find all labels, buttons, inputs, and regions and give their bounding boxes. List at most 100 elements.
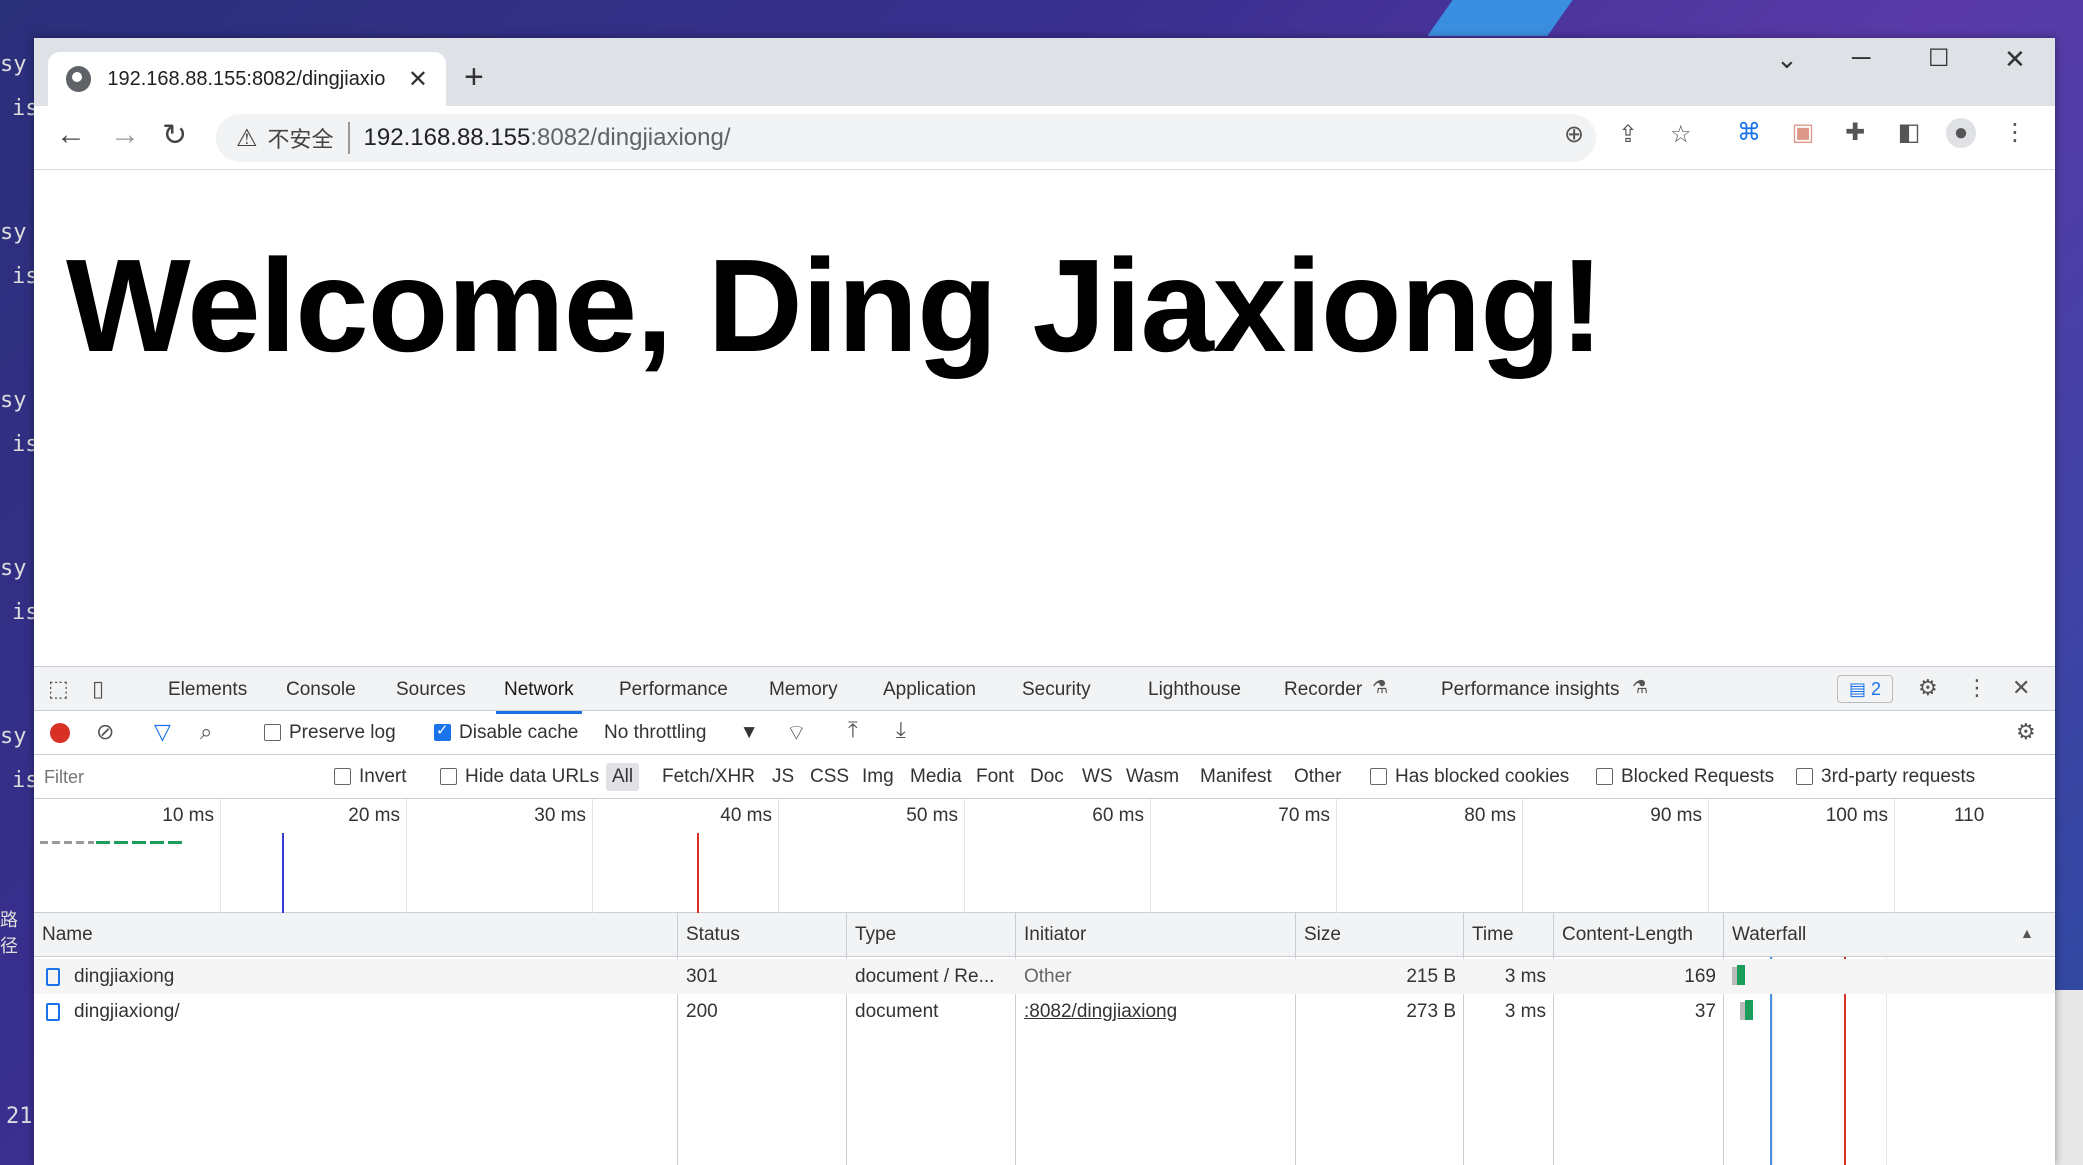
type-filter-manifest[interactable]: Manifest xyxy=(1194,763,1278,791)
blocked-requests-checkbox[interactable]: Blocked Requests xyxy=(1596,766,1774,788)
preserve-log-checkbox[interactable]: Preserve log xyxy=(264,722,396,744)
type-filter-ws[interactable]: WS xyxy=(1076,763,1119,791)
zoom-icon[interactable]: ⊕ xyxy=(1564,120,1584,149)
network-settings-gear-icon[interactable]: ⚙ xyxy=(2016,719,2036,745)
column-type[interactable]: Type xyxy=(847,913,1016,957)
filter-icon[interactable]: ▽ xyxy=(154,719,171,745)
security-label[interactable]: 不安全 xyxy=(268,122,350,154)
tick-label: 40 ms xyxy=(720,805,772,826)
column-waterfall[interactable]: Waterfall xyxy=(1724,913,2024,957)
filter-input[interactable] xyxy=(38,763,316,791)
disable-cache-checkbox[interactable]: Disable cache xyxy=(434,721,578,744)
request-time: 3 ms xyxy=(1504,1001,1546,1022)
tab-performance-insights[interactable]: Performance insights xyxy=(1441,679,1619,701)
tab-security[interactable]: Security xyxy=(1022,679,1091,701)
translate-extension-icon[interactable]: ⌘ xyxy=(1734,118,1764,148)
network-overview-timeline[interactable]: 10 ms 20 ms 30 ms 40 ms 50 ms 60 ms 70 m… xyxy=(34,799,2055,913)
third-party-requests-checkbox[interactable]: 3rd-party requests xyxy=(1796,766,1975,788)
has-blocked-cookies-checkbox[interactable]: Has blocked cookies xyxy=(1370,766,1569,788)
request-content-length: 37 xyxy=(1694,1001,1716,1022)
timeline-tick xyxy=(1894,799,1895,913)
maximize-icon[interactable]: ☐ xyxy=(1928,44,1950,73)
forward-icon[interactable]: → xyxy=(110,118,140,152)
address-bar[interactable]: ⚠ 不安全 192.168.88.155:8082/dingjiaxiong/ xyxy=(216,114,1596,162)
tab-sources[interactable]: Sources xyxy=(396,679,466,701)
column-size[interactable]: Size xyxy=(1296,913,1464,957)
side-panel-icon[interactable]: ◧ xyxy=(1894,118,1924,148)
type-filter-img[interactable]: Img xyxy=(856,763,900,791)
type-filter-css[interactable]: CSS xyxy=(804,763,855,791)
back-icon[interactable]: ← xyxy=(56,118,86,152)
tab-memory[interactable]: Memory xyxy=(769,679,838,701)
close-window-icon[interactable]: ✕ xyxy=(2004,44,2026,75)
dropdown-icon: ▼ xyxy=(739,722,759,743)
table-row[interactable]: dingjiaxiong/ 200 document :8082/dingjia… xyxy=(34,994,2055,1029)
timeline-tick xyxy=(1150,799,1151,913)
tick-label: 110 xyxy=(1954,805,1985,826)
tab-search-icon[interactable]: ⌄ xyxy=(1776,44,1798,75)
column-content-length[interactable]: Content-Length xyxy=(1554,913,1724,957)
device-toolbar-icon[interactable]: ▯ xyxy=(92,676,104,702)
tick-label: 90 ms xyxy=(1650,805,1702,826)
column-name[interactable]: Name xyxy=(34,913,678,957)
new-tab-button[interactable]: + xyxy=(464,58,484,97)
close-devtools-icon[interactable]: ✕ xyxy=(2012,675,2030,701)
waterfall-bar-download xyxy=(1745,1000,1753,1020)
request-initiator-link[interactable]: :8082/dingjiaxiong xyxy=(1016,994,1296,1029)
bookmark-star-icon[interactable]: ☆ xyxy=(1670,120,1692,149)
column-time[interactable]: Time xyxy=(1464,913,1554,957)
desktop-wallpaper-shape xyxy=(1427,0,1573,36)
inspect-element-icon[interactable]: ⬚ xyxy=(48,676,69,702)
hide-data-urls-checkbox[interactable]: Hide data URLs xyxy=(440,766,599,788)
tab-lighthouse[interactable]: Lighthouse xyxy=(1148,679,1241,701)
extension-icon[interactable]: ▣ xyxy=(1788,118,1818,148)
import-har-icon[interactable]: ⤒ xyxy=(848,717,858,743)
network-conditions-icon[interactable]: ⌔ xyxy=(786,719,807,747)
menu-kebab-icon[interactable]: ⋮ xyxy=(2000,118,2030,148)
type-filter-fetch-xhr[interactable]: Fetch/XHR xyxy=(656,763,761,791)
browser-tab[interactable]: 192.168.88.155:8082/dingjiaxio ✕ xyxy=(48,52,446,106)
tab-network[interactable]: Network xyxy=(496,679,582,714)
waterfall-bar-download xyxy=(1737,965,1745,985)
issues-badge[interactable]: ▤ 2 xyxy=(1837,675,1893,703)
share-icon[interactable]: ⇪ xyxy=(1618,120,1638,149)
tab-performance[interactable]: Performance xyxy=(619,679,728,701)
reload-icon[interactable]: ↻ xyxy=(162,118,187,153)
type-filter-media[interactable]: Media xyxy=(904,763,968,791)
type-filter-js[interactable]: JS xyxy=(766,763,800,791)
type-filter-wasm[interactable]: Wasm xyxy=(1120,763,1185,791)
invert-checkbox[interactable]: Invert xyxy=(334,766,407,788)
search-icon[interactable]: ⌕ xyxy=(200,719,212,745)
minimize-icon[interactable]: ─ xyxy=(1852,42,1870,73)
tab-application[interactable]: Application xyxy=(883,679,976,701)
network-toolbar: ⊘ ▽ ⌕ Preserve log Disable cache No thro… xyxy=(34,711,2055,755)
request-status: 200 xyxy=(686,1001,718,1022)
type-filter-doc[interactable]: Doc xyxy=(1024,763,1070,791)
profile-avatar-icon[interactable]: ● xyxy=(1946,118,1976,148)
record-icon[interactable] xyxy=(50,723,70,743)
clear-icon[interactable]: ⊘ xyxy=(96,719,114,745)
tab-recorder[interactable]: Recorder xyxy=(1284,679,1362,701)
request-type: document xyxy=(855,1001,939,1022)
type-filter-other[interactable]: Other xyxy=(1288,763,1348,791)
puzzle-extensions-icon[interactable]: ✚ xyxy=(1840,118,1870,148)
table-row[interactable]: dingjiaxiong 301 document / Re... Other … xyxy=(34,959,2055,994)
issues-count: 2 xyxy=(1871,679,1882,699)
tab-console[interactable]: Console xyxy=(286,679,356,701)
throttling-select[interactable]: No throttling ▼ xyxy=(604,722,759,744)
column-initiator[interactable]: Initiator xyxy=(1016,913,1296,957)
warning-icon: ⚠ xyxy=(236,124,258,152)
gear-icon[interactable]: ⚙ xyxy=(1918,675,1938,701)
more-options-icon[interactable]: ⋮ xyxy=(1966,675,1988,701)
request-bar-download xyxy=(96,841,182,844)
export-har-icon[interactable]: ⤓ xyxy=(896,717,906,743)
tab-elements[interactable]: Elements xyxy=(168,679,247,701)
sort-ascending-icon[interactable]: ▲ xyxy=(2020,925,2034,941)
type-filter-font[interactable]: Font xyxy=(970,763,1020,791)
tick-label: 50 ms xyxy=(906,805,958,826)
column-status[interactable]: Status xyxy=(678,913,847,957)
request-name: dingjiaxiong xyxy=(38,959,674,994)
close-tab-icon[interactable]: ✕ xyxy=(408,65,428,94)
tick-label: 20 ms xyxy=(348,805,400,826)
type-filter-all[interactable]: All xyxy=(606,763,640,791)
